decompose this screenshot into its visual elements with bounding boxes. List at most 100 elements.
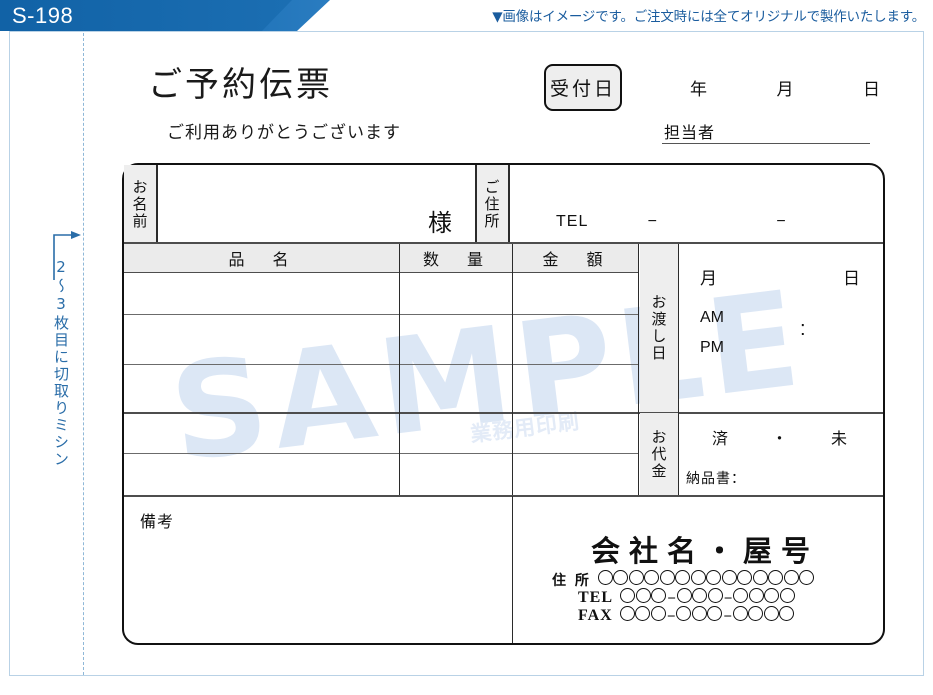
- table-row-divider-3: [124, 412, 883, 414]
- fill-circle: [733, 588, 749, 603]
- month-unit-label: 月: [776, 80, 794, 100]
- tel-dash-1: −: [647, 213, 658, 230]
- fill-circle: [675, 570, 691, 585]
- payment-paid-option[interactable]: 済: [712, 425, 728, 449]
- year-unit-label: 年: [690, 80, 707, 100]
- fill-circle: [659, 570, 675, 585]
- fill-circle: [779, 606, 795, 621]
- payment-label-text: お代金: [649, 428, 668, 480]
- table-header-quantity-text: 数 量: [422, 250, 489, 269]
- customer-address-label: ご住所: [476, 165, 508, 243]
- fill-circle: [732, 606, 748, 621]
- fill-circle: [676, 588, 692, 603]
- fill-circle: [692, 588, 708, 603]
- delivery-date-label-text: お渡し日: [649, 294, 668, 362]
- side-panel-divider: [678, 244, 680, 495]
- divider-address-left: [475, 165, 477, 243]
- invoice-number-label: 納品書：: [686, 471, 746, 487]
- company-fax-label: FAX: [578, 607, 613, 624]
- fill-circle: [597, 570, 613, 585]
- fill-circle: [635, 606, 651, 621]
- payment-label: お代金: [640, 413, 678, 495]
- delivery-ampm-options: AM PM: [700, 303, 724, 363]
- fill-circle: [644, 570, 660, 585]
- fill-circle: [748, 606, 764, 621]
- fill-circle: [707, 606, 723, 621]
- fill-circle: [707, 588, 723, 603]
- reception-date-units: 年 月 日: [690, 75, 880, 100]
- company-address-label: 住 所: [552, 573, 591, 589]
- fill-circle: [690, 570, 706, 585]
- delivery-am-option[interactable]: AM: [700, 303, 724, 333]
- company-address-circles: [597, 570, 815, 590]
- payment-unpaid-option[interactable]: 未: [831, 425, 847, 449]
- perforation-dashed-line: [83, 33, 84, 675]
- reception-date-label: 受付日: [549, 78, 616, 100]
- company-name-heading: 会社名・屋号: [590, 534, 819, 568]
- divider-under-table-body: [124, 495, 883, 497]
- delivery-month-label: 月: [700, 269, 717, 289]
- fill-circle: [799, 570, 815, 585]
- fill-circle: [628, 570, 644, 585]
- form-subtitle: ご利用ありがとうございます: [167, 123, 401, 143]
- remarks-label: 備考: [140, 512, 175, 531]
- customer-name-label-text: お名前: [130, 178, 149, 230]
- fill-circle: [676, 606, 692, 621]
- fill-circle: [721, 570, 737, 585]
- delivery-day-label: 日: [843, 269, 860, 289]
- table-col-divider-qty: [399, 244, 401, 495]
- fill-circle: [620, 588, 636, 603]
- table-row-divider-1: [124, 314, 638, 316]
- fill-circle: [651, 588, 667, 603]
- fill-circle: [763, 606, 779, 621]
- fill-circle: [650, 606, 666, 621]
- delivery-time-separator: :: [800, 318, 806, 340]
- fill-circle: [613, 570, 629, 585]
- fill-circle: [706, 570, 722, 585]
- delivery-pm-option[interactable]: PM: [700, 333, 724, 363]
- payment-status-separator: ・: [771, 429, 788, 448]
- company-address-row: 住 所: [552, 570, 815, 590]
- divider-name-right: [156, 165, 158, 243]
- phone-hyphen: −: [666, 609, 676, 625]
- company-tel-label: TEL: [578, 589, 614, 606]
- delivery-date-label: お渡し日: [640, 244, 678, 412]
- fill-circle: [779, 588, 795, 603]
- table-header-item-name: 品 名: [124, 244, 399, 272]
- screenshot-root: S-198 ▼画像はイメージです。ご注文時には全てオリジナルで製作いたします。 …: [0, 0, 933, 695]
- table-header-amount-text: 金 額: [542, 250, 609, 269]
- customer-tel-row: TEL − −: [556, 213, 846, 231]
- delivery-date-units: 月 日: [700, 264, 860, 289]
- perforation-note-label: 2〜3枚目に切取りミシン: [52, 258, 70, 468]
- table-row-divider-2: [124, 364, 638, 366]
- fill-circle: [764, 588, 780, 603]
- fill-circle: [619, 606, 635, 621]
- divider-address-right: [508, 165, 510, 243]
- fill-circle: [768, 570, 784, 585]
- fill-circle: [635, 588, 651, 603]
- payment-status-options: 済 ・ 未: [712, 425, 847, 449]
- image-notice-text: ▼画像はイメージです。ご注文時には全てオリジナルで製作いたします。: [492, 9, 925, 25]
- phone-hyphen: −: [723, 609, 732, 625]
- tel-dash-2: −: [776, 213, 787, 230]
- remarks-company-divider: [512, 496, 514, 643]
- tel-label: TEL: [556, 213, 589, 230]
- company-fax-circles: − −: [619, 606, 795, 626]
- customer-name-label: お名前: [124, 165, 156, 243]
- staff-label: 担当者: [664, 123, 716, 142]
- reception-date-box: 受付日: [544, 64, 622, 111]
- table-header-amount: 金 額: [513, 244, 638, 272]
- company-fax-row: FAX − −: [578, 606, 795, 626]
- table-header-quantity: 数 量: [400, 244, 512, 272]
- table-header-item-name-text: 品 名: [228, 250, 295, 269]
- divider-under-table-header: [124, 272, 638, 274]
- customer-address-label-text: ご住所: [482, 178, 501, 230]
- fill-circle: [752, 570, 768, 585]
- product-code-label: S-198: [12, 3, 74, 28]
- form-title: ご予約伝票: [148, 65, 333, 105]
- product-code-tab: S-198: [0, 0, 330, 31]
- table-row-divider-4: [124, 453, 638, 455]
- day-unit-label: 日: [863, 80, 880, 100]
- fill-circle: [691, 606, 707, 621]
- fill-circle: [783, 570, 799, 585]
